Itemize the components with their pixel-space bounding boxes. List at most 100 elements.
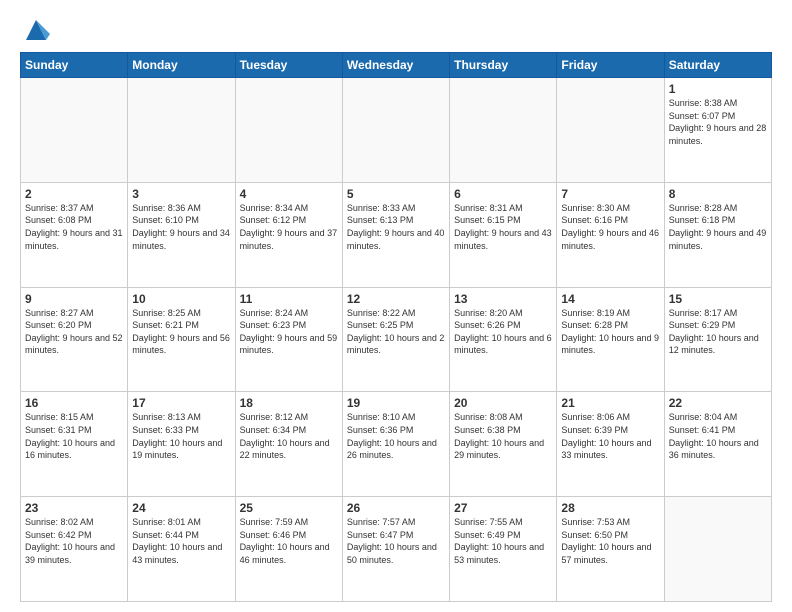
day-number: 6	[454, 187, 552, 201]
page: SundayMondayTuesdayWednesdayThursdayFrid…	[0, 0, 792, 612]
day-number: 23	[25, 501, 123, 515]
calendar-cell: 27Sunrise: 7:55 AM Sunset: 6:49 PM Dayli…	[450, 497, 557, 602]
day-info: Sunrise: 8:10 AM Sunset: 6:36 PM Dayligh…	[347, 411, 445, 461]
calendar-cell: 9Sunrise: 8:27 AM Sunset: 6:20 PM Daylig…	[21, 287, 128, 392]
day-info: Sunrise: 8:12 AM Sunset: 6:34 PM Dayligh…	[240, 411, 338, 461]
day-info: Sunrise: 8:01 AM Sunset: 6:44 PM Dayligh…	[132, 516, 230, 566]
day-number: 28	[561, 501, 659, 515]
day-info: Sunrise: 8:30 AM Sunset: 6:16 PM Dayligh…	[561, 202, 659, 252]
calendar-cell	[664, 497, 771, 602]
calendar-cell	[342, 78, 449, 183]
header-row: SundayMondayTuesdayWednesdayThursdayFrid…	[21, 53, 772, 78]
week-row-3: 16Sunrise: 8:15 AM Sunset: 6:31 PM Dayli…	[21, 392, 772, 497]
day-info: Sunrise: 8:02 AM Sunset: 6:42 PM Dayligh…	[25, 516, 123, 566]
day-header-saturday: Saturday	[664, 53, 771, 78]
day-number: 27	[454, 501, 552, 515]
day-info: Sunrise: 8:06 AM Sunset: 6:39 PM Dayligh…	[561, 411, 659, 461]
day-info: Sunrise: 8:34 AM Sunset: 6:12 PM Dayligh…	[240, 202, 338, 252]
day-number: 17	[132, 396, 230, 410]
day-info: Sunrise: 8:17 AM Sunset: 6:29 PM Dayligh…	[669, 307, 767, 357]
day-info: Sunrise: 7:53 AM Sunset: 6:50 PM Dayligh…	[561, 516, 659, 566]
calendar-cell: 17Sunrise: 8:13 AM Sunset: 6:33 PM Dayli…	[128, 392, 235, 497]
calendar-cell: 25Sunrise: 7:59 AM Sunset: 6:46 PM Dayli…	[235, 497, 342, 602]
logo-icon	[22, 16, 50, 44]
day-info: Sunrise: 8:28 AM Sunset: 6:18 PM Dayligh…	[669, 202, 767, 252]
day-info: Sunrise: 8:08 AM Sunset: 6:38 PM Dayligh…	[454, 411, 552, 461]
day-info: Sunrise: 8:20 AM Sunset: 6:26 PM Dayligh…	[454, 307, 552, 357]
week-row-4: 23Sunrise: 8:02 AM Sunset: 6:42 PM Dayli…	[21, 497, 772, 602]
day-info: Sunrise: 8:24 AM Sunset: 6:23 PM Dayligh…	[240, 307, 338, 357]
day-info: Sunrise: 8:04 AM Sunset: 6:41 PM Dayligh…	[669, 411, 767, 461]
day-header-thursday: Thursday	[450, 53, 557, 78]
calendar-cell: 14Sunrise: 8:19 AM Sunset: 6:28 PM Dayli…	[557, 287, 664, 392]
calendar-cell	[128, 78, 235, 183]
day-header-friday: Friday	[557, 53, 664, 78]
calendar-cell: 15Sunrise: 8:17 AM Sunset: 6:29 PM Dayli…	[664, 287, 771, 392]
day-info: Sunrise: 7:59 AM Sunset: 6:46 PM Dayligh…	[240, 516, 338, 566]
day-info: Sunrise: 8:22 AM Sunset: 6:25 PM Dayligh…	[347, 307, 445, 357]
day-number: 3	[132, 187, 230, 201]
day-info: Sunrise: 8:13 AM Sunset: 6:33 PM Dayligh…	[132, 411, 230, 461]
calendar-cell: 7Sunrise: 8:30 AM Sunset: 6:16 PM Daylig…	[557, 182, 664, 287]
calendar-cell: 3Sunrise: 8:36 AM Sunset: 6:10 PM Daylig…	[128, 182, 235, 287]
calendar-cell: 4Sunrise: 8:34 AM Sunset: 6:12 PM Daylig…	[235, 182, 342, 287]
day-number: 13	[454, 292, 552, 306]
day-number: 7	[561, 187, 659, 201]
day-number: 14	[561, 292, 659, 306]
calendar-cell: 18Sunrise: 8:12 AM Sunset: 6:34 PM Dayli…	[235, 392, 342, 497]
day-number: 15	[669, 292, 767, 306]
day-info: Sunrise: 8:37 AM Sunset: 6:08 PM Dayligh…	[25, 202, 123, 252]
day-number: 10	[132, 292, 230, 306]
day-info: Sunrise: 7:57 AM Sunset: 6:47 PM Dayligh…	[347, 516, 445, 566]
calendar-cell: 12Sunrise: 8:22 AM Sunset: 6:25 PM Dayli…	[342, 287, 449, 392]
day-number: 2	[25, 187, 123, 201]
day-number: 19	[347, 396, 445, 410]
day-header-sunday: Sunday	[21, 53, 128, 78]
header	[20, 18, 772, 44]
day-info: Sunrise: 8:19 AM Sunset: 6:28 PM Dayligh…	[561, 307, 659, 357]
day-info: Sunrise: 8:38 AM Sunset: 6:07 PM Dayligh…	[669, 97, 767, 147]
day-info: Sunrise: 8:36 AM Sunset: 6:10 PM Dayligh…	[132, 202, 230, 252]
calendar-cell: 16Sunrise: 8:15 AM Sunset: 6:31 PM Dayli…	[21, 392, 128, 497]
day-number: 25	[240, 501, 338, 515]
calendar-cell: 1Sunrise: 8:38 AM Sunset: 6:07 PM Daylig…	[664, 78, 771, 183]
day-number: 1	[669, 82, 767, 96]
week-row-0: 1Sunrise: 8:38 AM Sunset: 6:07 PM Daylig…	[21, 78, 772, 183]
day-header-tuesday: Tuesday	[235, 53, 342, 78]
day-number: 18	[240, 396, 338, 410]
calendar-cell: 10Sunrise: 8:25 AM Sunset: 6:21 PM Dayli…	[128, 287, 235, 392]
day-number: 16	[25, 396, 123, 410]
calendar-cell: 20Sunrise: 8:08 AM Sunset: 6:38 PM Dayli…	[450, 392, 557, 497]
day-number: 9	[25, 292, 123, 306]
day-number: 12	[347, 292, 445, 306]
day-info: Sunrise: 8:15 AM Sunset: 6:31 PM Dayligh…	[25, 411, 123, 461]
calendar-cell	[235, 78, 342, 183]
calendar-cell: 5Sunrise: 8:33 AM Sunset: 6:13 PM Daylig…	[342, 182, 449, 287]
calendar-cell: 24Sunrise: 8:01 AM Sunset: 6:44 PM Dayli…	[128, 497, 235, 602]
calendar-cell: 28Sunrise: 7:53 AM Sunset: 6:50 PM Dayli…	[557, 497, 664, 602]
day-info: Sunrise: 8:33 AM Sunset: 6:13 PM Dayligh…	[347, 202, 445, 252]
calendar-cell: 26Sunrise: 7:57 AM Sunset: 6:47 PM Dayli…	[342, 497, 449, 602]
day-number: 4	[240, 187, 338, 201]
day-info: Sunrise: 8:25 AM Sunset: 6:21 PM Dayligh…	[132, 307, 230, 357]
day-number: 22	[669, 396, 767, 410]
day-number: 8	[669, 187, 767, 201]
calendar-cell: 11Sunrise: 8:24 AM Sunset: 6:23 PM Dayli…	[235, 287, 342, 392]
calendar-cell	[21, 78, 128, 183]
calendar-cell	[450, 78, 557, 183]
calendar: SundayMondayTuesdayWednesdayThursdayFrid…	[20, 52, 772, 602]
calendar-cell: 21Sunrise: 8:06 AM Sunset: 6:39 PM Dayli…	[557, 392, 664, 497]
calendar-cell: 6Sunrise: 8:31 AM Sunset: 6:15 PM Daylig…	[450, 182, 557, 287]
calendar-header: SundayMondayTuesdayWednesdayThursdayFrid…	[21, 53, 772, 78]
day-info: Sunrise: 7:55 AM Sunset: 6:49 PM Dayligh…	[454, 516, 552, 566]
logo	[20, 18, 50, 44]
calendar-cell: 23Sunrise: 8:02 AM Sunset: 6:42 PM Dayli…	[21, 497, 128, 602]
calendar-cell: 22Sunrise: 8:04 AM Sunset: 6:41 PM Dayli…	[664, 392, 771, 497]
day-number: 11	[240, 292, 338, 306]
calendar-cell: 8Sunrise: 8:28 AM Sunset: 6:18 PM Daylig…	[664, 182, 771, 287]
calendar-body: 1Sunrise: 8:38 AM Sunset: 6:07 PM Daylig…	[21, 78, 772, 602]
day-header-wednesday: Wednesday	[342, 53, 449, 78]
day-info: Sunrise: 8:31 AM Sunset: 6:15 PM Dayligh…	[454, 202, 552, 252]
week-row-1: 2Sunrise: 8:37 AM Sunset: 6:08 PM Daylig…	[21, 182, 772, 287]
day-number: 26	[347, 501, 445, 515]
